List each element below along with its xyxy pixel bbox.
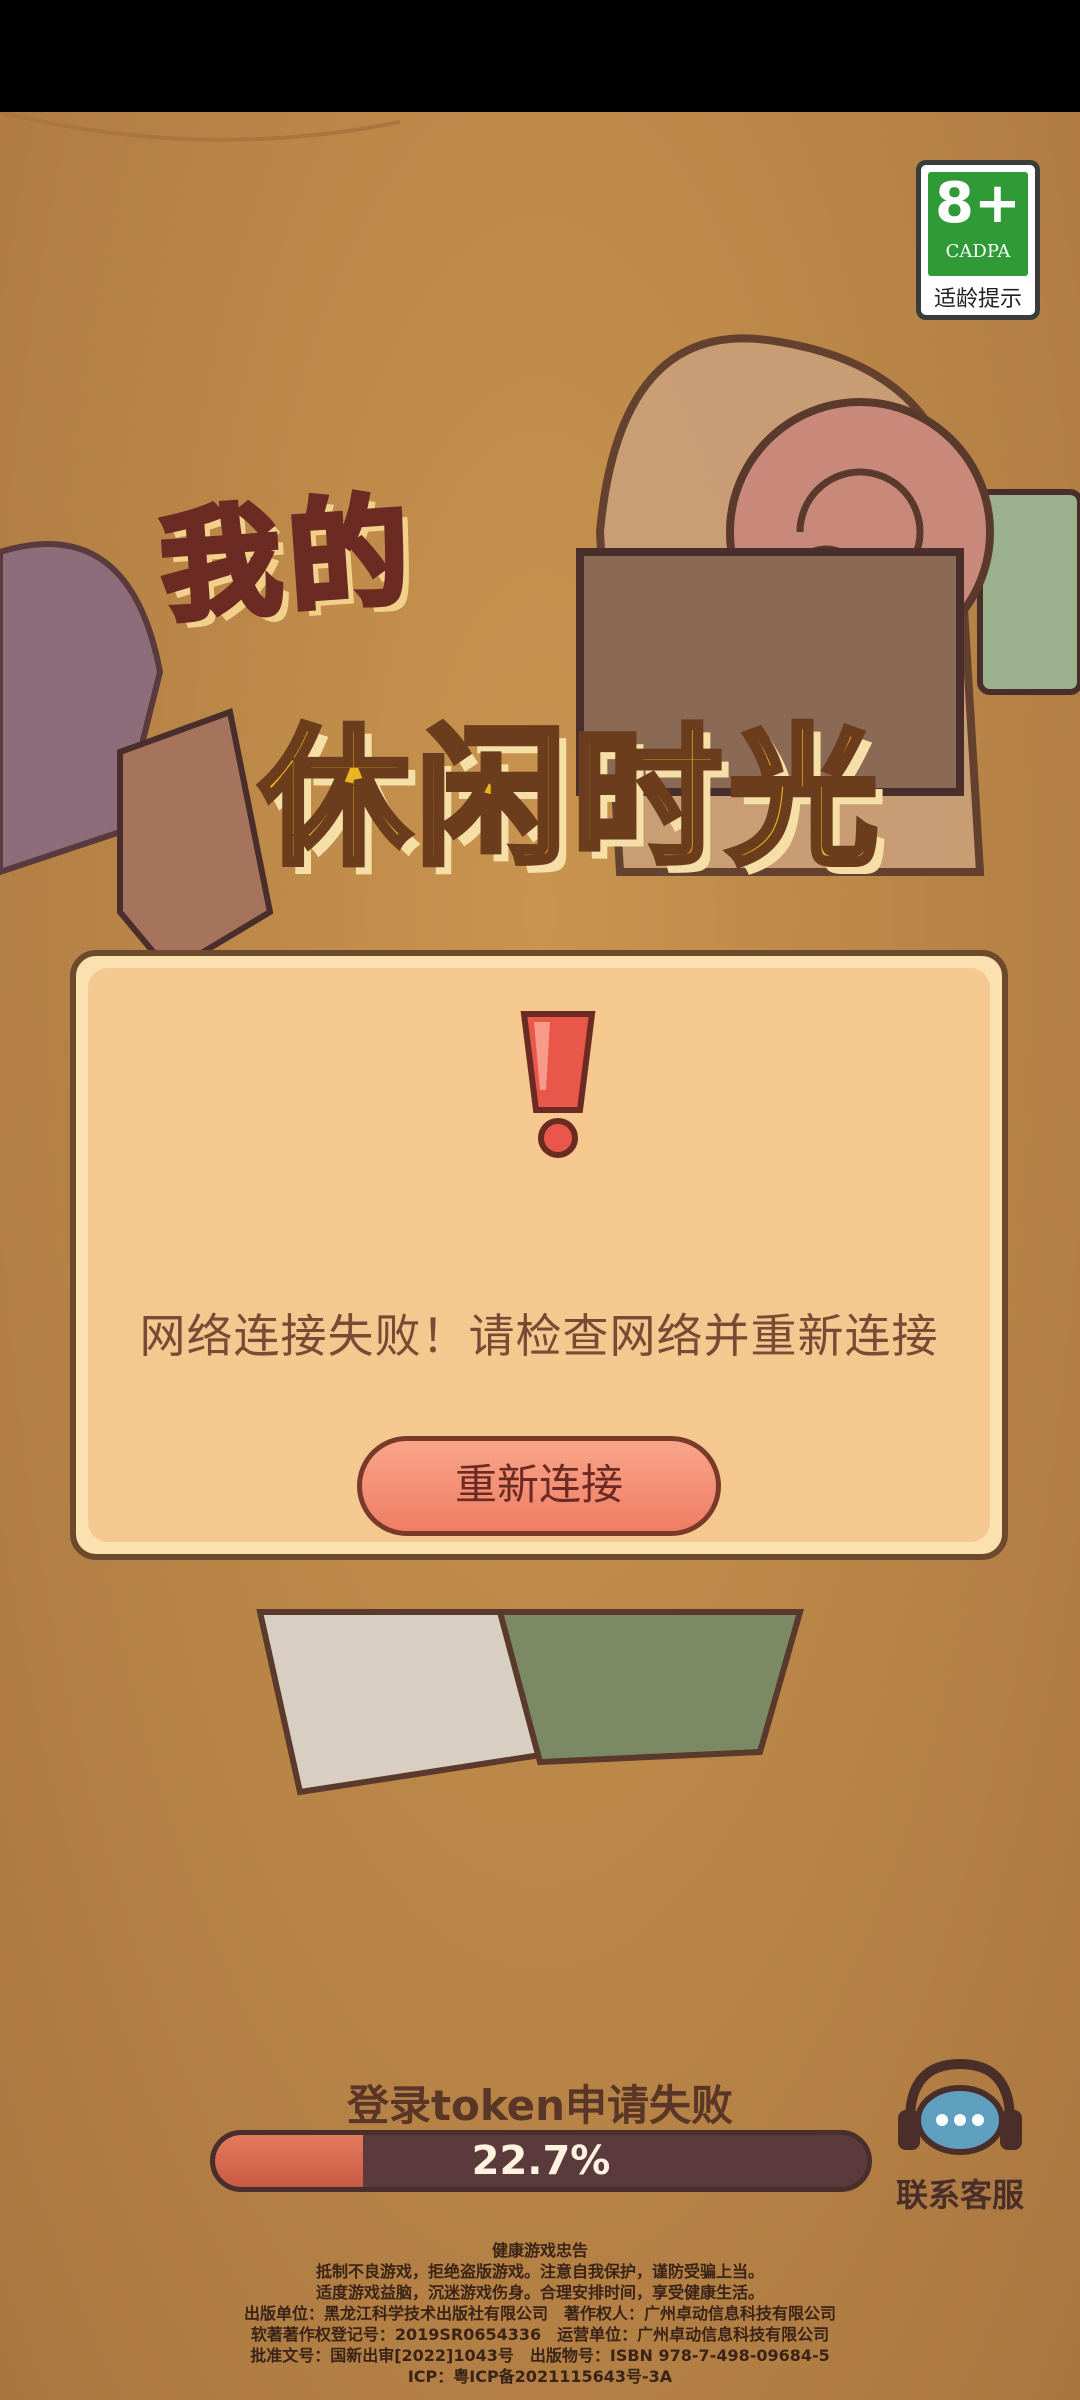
age-rating-org: CADPA: [945, 241, 1011, 262]
dialog-message: 网络连接失败！请检查网络并重新连接: [139, 1309, 939, 1363]
footer-line: 批准文号：国新出审[2022]1043号 出版物号：ISBN 978-7-498…: [250, 2346, 830, 2365]
footer-line: 软著著作权登记号：2019SR0654336 运营单位：广州卓动信息科技有限公司: [250, 2325, 830, 2344]
game-title-line1: 我的: [153, 479, 424, 642]
footer-line: 适度游戏益脑，沉迷游戏伤身。合理安排时间，享受健康生活。: [315, 2283, 764, 2302]
loading-progress-bar: 22.7%: [210, 2130, 872, 2192]
headset-chat-icon: [898, 2058, 1022, 2155]
exclamation-icon: [520, 1011, 596, 1158]
customer-service-button[interactable]: 联系客服: [880, 2050, 1040, 2220]
age-rating-age: 8+: [935, 171, 1021, 236]
status-bar: [0, 0, 1080, 112]
footer-line: 出版单位：黑龙江科学技术出版社有限公司 著作权人：广州卓动信息科技有限公司: [243, 2304, 836, 2323]
health-notice-footer: 健康游戏忠告 抵制不良游戏，拒绝盗版游戏。注意自我保护，谨防受骗上当。 适度游戏…: [0, 2240, 1080, 2387]
age-rating-tip: 适龄提示: [933, 287, 1022, 312]
age-rating-badge: 8+ CADPA 适龄提示: [916, 160, 1040, 320]
customer-service-label: 联系客服: [895, 2176, 1024, 2214]
footer-line: ICP：粤ICP备2021115643号-3A: [407, 2367, 673, 2386]
footer-line: 抵制不良游戏，拒绝盗版游戏。注意自我保护，谨防受骗上当。: [315, 2262, 764, 2281]
reconnect-button[interactable]: 重新连接: [357, 1436, 721, 1536]
game-title-line2: 休闲时光: [257, 709, 885, 889]
progress-text: 22.7%: [471, 2138, 611, 2184]
footer-line: 健康游戏忠告: [491, 2241, 588, 2260]
